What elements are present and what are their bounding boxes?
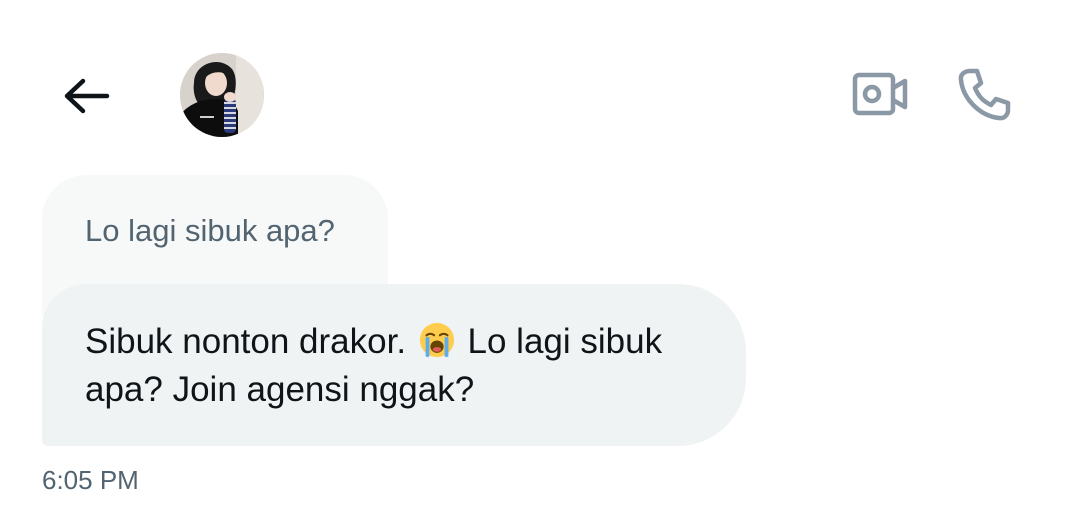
loudly-crying-face-icon <box>419 322 454 358</box>
message-text: Sibuk nonton drakor. Lo lagi sibuk apa? … <box>85 318 725 414</box>
dm-conversation-screen: Lo lagi sibuk apa? Sibuk nonton drakor. … <box>0 0 1079 532</box>
video-call-button[interactable] <box>848 66 912 122</box>
quoted-message-text: Lo lagi sibuk apa? <box>85 213 335 248</box>
message-timestamp: 6:05 PM <box>42 465 139 495</box>
conversation-header <box>0 0 1079 190</box>
video-camera-icon <box>852 72 908 116</box>
voice-call-button[interactable] <box>952 62 1016 126</box>
avatar[interactable] <box>180 53 264 137</box>
user-avatar-image <box>180 53 264 137</box>
arrow-left-icon <box>64 78 110 114</box>
phone-icon <box>958 68 1011 121</box>
message-text-part1: Sibuk nonton drakor. <box>85 322 407 361</box>
back-button[interactable] <box>58 68 114 124</box>
